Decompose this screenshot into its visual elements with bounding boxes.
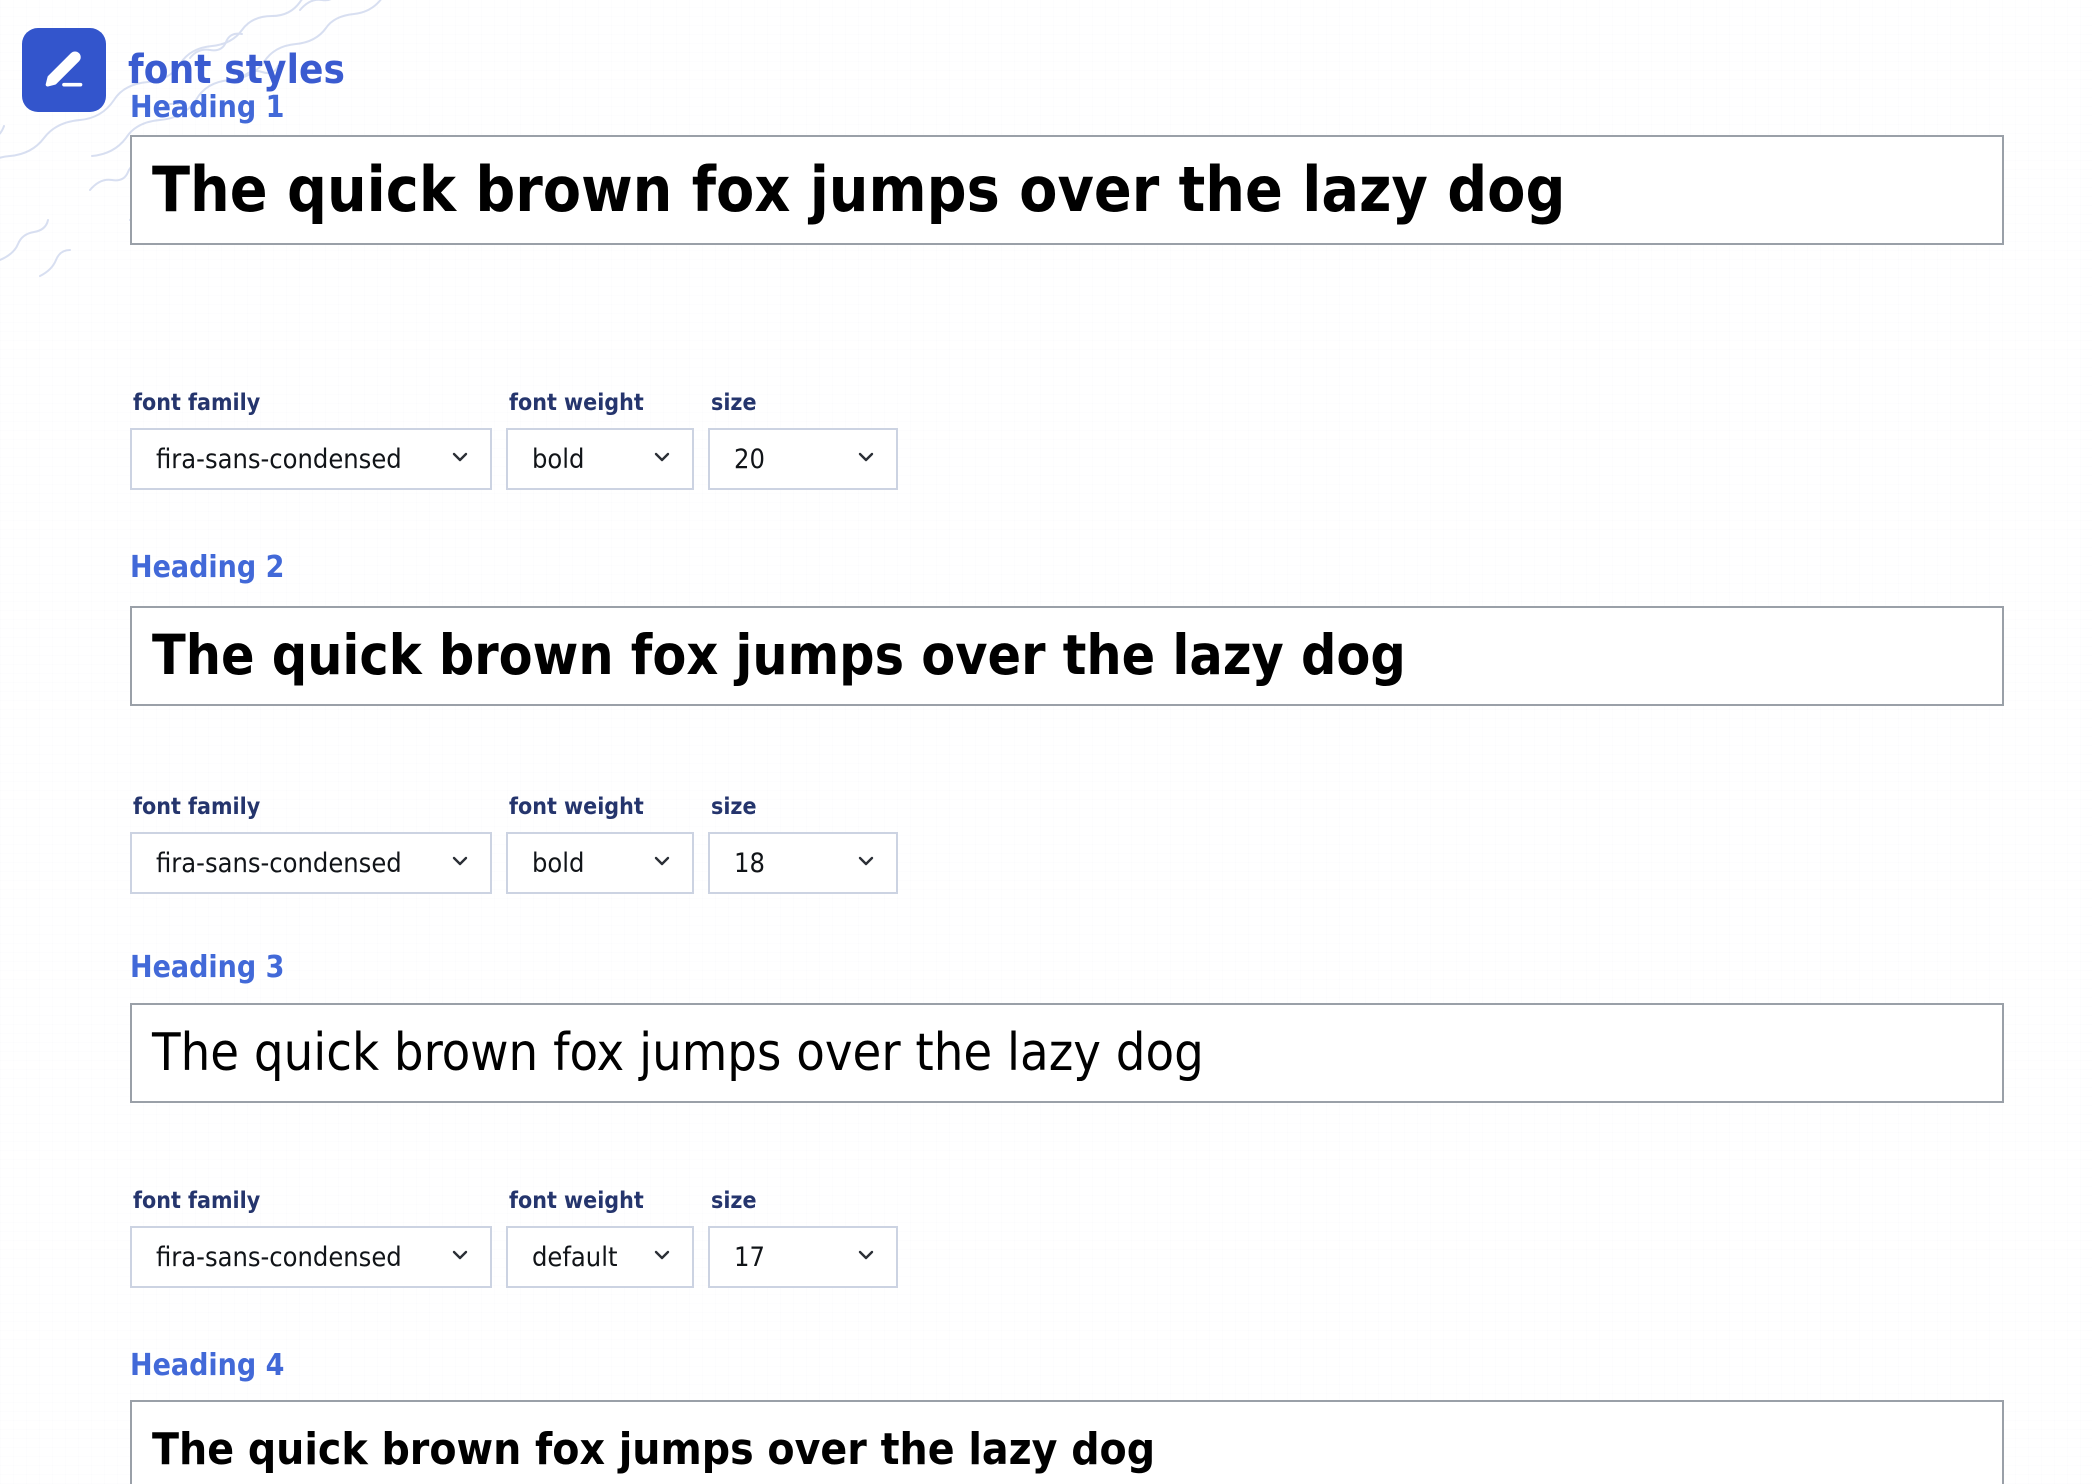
font-weight-value: bold bbox=[532, 443, 585, 475]
font-family-value: fira-sans-condensed bbox=[156, 1241, 402, 1273]
font-weight-value: default bbox=[532, 1241, 618, 1273]
font-family-label: font family bbox=[133, 1188, 261, 1214]
font-weight-label: font weight bbox=[509, 1188, 644, 1214]
style-block-label: Heading 1 bbox=[130, 90, 285, 125]
font-family-field: font family fira-sans-condensed bbox=[130, 1188, 492, 1288]
font-family-select[interactable]: fira-sans-condensed bbox=[130, 832, 492, 894]
size-label: size bbox=[711, 390, 757, 416]
preview-text: The quick brown fox jumps over the lazy … bbox=[152, 153, 1566, 227]
font-weight-select[interactable]: bold bbox=[506, 832, 694, 894]
style-block-label: Heading 3 bbox=[130, 950, 285, 985]
controls-row: font family fira-sans-condensed font wei… bbox=[130, 1188, 898, 1288]
size-value: 18 bbox=[734, 847, 765, 879]
size-field: size 20 bbox=[708, 390, 898, 490]
app-icon bbox=[22, 28, 106, 112]
font-weight-label: font weight bbox=[509, 794, 644, 820]
preview-box: The quick brown fox jumps over the lazy … bbox=[130, 1003, 2004, 1103]
size-field: size 17 bbox=[708, 1188, 898, 1288]
chevron-down-icon bbox=[448, 1243, 472, 1272]
chevron-down-icon bbox=[650, 1243, 674, 1272]
style-block-label: Heading 2 bbox=[130, 550, 285, 585]
font-family-field: font family fira-sans-condensed bbox=[130, 794, 492, 894]
chevron-down-icon bbox=[448, 445, 472, 474]
chevron-down-icon bbox=[854, 849, 878, 878]
preview-text: The quick brown fox jumps over the lazy … bbox=[152, 623, 1406, 688]
chevron-down-icon bbox=[650, 445, 674, 474]
font-family-select[interactable]: fira-sans-condensed bbox=[130, 428, 492, 490]
page-title: font styles bbox=[128, 47, 346, 93]
preview-text: The quick brown fox jumps over the lazy … bbox=[152, 1022, 1204, 1083]
font-family-label: font family bbox=[133, 794, 261, 820]
pencil-edit-icon bbox=[42, 48, 86, 92]
font-weight-value: bold bbox=[532, 847, 585, 879]
size-value: 20 bbox=[734, 443, 765, 475]
size-label: size bbox=[711, 794, 757, 820]
preview-box: The quick brown fox jumps over the lazy … bbox=[130, 606, 2004, 706]
font-weight-field: font weight bold bbox=[506, 390, 694, 490]
controls-row: font family fira-sans-condensed font wei… bbox=[130, 390, 898, 490]
font-styles-page: font styles Heading 1 The quick brown fo… bbox=[0, 0, 2092, 1484]
font-family-label: font family bbox=[133, 390, 261, 416]
font-weight-select[interactable]: default bbox=[506, 1226, 694, 1288]
size-select[interactable]: 17 bbox=[708, 1226, 898, 1288]
size-value: 17 bbox=[734, 1241, 765, 1273]
preview-box: The quick brown fox jumps over the lazy … bbox=[130, 1400, 2004, 1484]
size-select[interactable]: 20 bbox=[708, 428, 898, 490]
preview-text: The quick brown fox jumps over the lazy … bbox=[152, 1423, 1156, 1475]
chevron-down-icon bbox=[650, 849, 674, 878]
font-family-select[interactable]: fira-sans-condensed bbox=[130, 1226, 492, 1288]
controls-row: font family fira-sans-condensed font wei… bbox=[130, 794, 898, 894]
size-select[interactable]: 18 bbox=[708, 832, 898, 894]
font-family-value: fira-sans-condensed bbox=[156, 443, 402, 475]
font-weight-field: font weight bold bbox=[506, 794, 694, 894]
chevron-down-icon bbox=[448, 849, 472, 878]
chevron-down-icon bbox=[854, 445, 878, 474]
size-label: size bbox=[711, 1188, 757, 1214]
chevron-down-icon bbox=[854, 1243, 878, 1272]
font-weight-field: font weight default bbox=[506, 1188, 694, 1288]
font-family-field: font family fira-sans-condensed bbox=[130, 390, 492, 490]
preview-box: The quick brown fox jumps over the lazy … bbox=[130, 135, 2004, 245]
font-weight-label: font weight bbox=[509, 390, 644, 416]
font-weight-select[interactable]: bold bbox=[506, 428, 694, 490]
size-field: size 18 bbox=[708, 794, 898, 894]
style-block-label: Heading 4 bbox=[130, 1348, 285, 1383]
font-family-value: fira-sans-condensed bbox=[156, 847, 402, 879]
